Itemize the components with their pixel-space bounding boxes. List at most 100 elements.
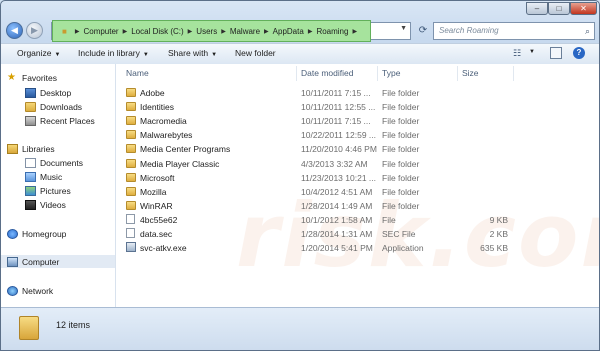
column-divider[interactable]	[457, 66, 458, 81]
file-size: 2 KB	[489, 229, 508, 239]
column-divider[interactable]	[296, 66, 297, 81]
chevron-right-icon[interactable]: ▶	[221, 28, 226, 35]
refresh-button[interactable]: ⟳	[415, 23, 431, 39]
nav-pictures-label: Pictures	[40, 185, 71, 196]
column-type[interactable]: Type	[382, 68, 400, 80]
chevron-down-icon: ▼	[54, 52, 61, 58]
table-row[interactable]: Macromedia 10/11/2011 7:15 ... File folder	[116, 114, 599, 128]
nav-computer[interactable]: Computer	[1, 255, 115, 268]
file-icon	[126, 228, 135, 238]
share-with-button[interactable]: Share with ▼	[168, 48, 217, 58]
nav-computer-label: Computer	[22, 256, 60, 267]
table-row[interactable]: Adobe 10/11/2011 7:15 ... File folder	[116, 86, 599, 100]
new-folder-button[interactable]: New folder	[235, 48, 276, 58]
network-icon	[7, 285, 18, 296]
file-type: File folder	[382, 144, 420, 155]
table-row[interactable]: Mozilla 10/4/2012 4:51 AM File folder	[116, 185, 599, 199]
file-date-modified: 4/3/2013 3:32 AM	[301, 158, 368, 169]
table-row[interactable]: WinRAR 1/28/2014 1:49 AM File folder	[116, 199, 599, 213]
nav-network[interactable]: Network	[7, 284, 121, 297]
column-divider[interactable]	[513, 66, 514, 81]
nav-favorites[interactable]: ★ Favorites	[7, 71, 121, 84]
view-options-icon[interactable]: ☷	[513, 48, 521, 59]
nav-desktop-label: Desktop	[40, 87, 72, 98]
folder-icon	[126, 158, 136, 168]
breadcrumb-appdata[interactable]: AppData	[273, 27, 304, 36]
file-name: svc-atkv.exe	[140, 243, 187, 254]
folder-icon	[126, 88, 136, 97]
file-name: WinRAR	[140, 200, 173, 211]
file-date-modified: 10/11/2011 7:15 ...	[301, 88, 371, 98]
search-icon[interactable]: ⌕	[585, 23, 590, 39]
folder-icon	[126, 172, 136, 182]
include-in-library-button[interactable]: Include in library ▼	[78, 48, 149, 58]
file-date-modified: 11/23/2013 10:21 ...	[301, 172, 376, 183]
folder-icon	[126, 186, 136, 196]
chevron-right-icon[interactable]: ▶	[188, 28, 193, 35]
table-row[interactable]: 4bc55e62 10/1/2012 1:58 AM File 9 KB	[116, 213, 599, 227]
chevron-right-icon[interactable]: ▶	[75, 28, 80, 35]
chevron-right-icon[interactable]: ▶	[123, 28, 128, 35]
nav-favorites-label: Favorites	[22, 72, 57, 83]
column-size[interactable]: Size	[462, 68, 479, 80]
documents-icon	[25, 157, 36, 168]
file-type: SEC File	[382, 229, 416, 239]
table-row[interactable]: Media Center Programs 11/20/2010 4:46 PM F…	[116, 142, 599, 156]
table-row[interactable]: data.sec 1/28/2014 1:31 AM SEC File 2 KB	[116, 227, 599, 241]
folder-icon	[126, 130, 136, 140]
column-name[interactable]: Name	[126, 68, 149, 80]
breadcrumb-roaming[interactable]: Roaming	[316, 27, 348, 36]
nav-libraries[interactable]: Libraries	[7, 142, 121, 155]
file-name: Media Player Classic	[140, 158, 220, 169]
organize-label: Organize	[17, 48, 52, 58]
nav-homegroup[interactable]: Homegroup	[7, 227, 121, 240]
nav-videos-label: Videos	[40, 199, 66, 210]
large-folder-icon	[19, 316, 39, 340]
file-list: risk.com Name Date modified Type Size Ad…	[116, 64, 599, 307]
table-row[interactable]: Identities 10/11/2011 12:55 ... File folde…	[116, 100, 599, 114]
minimize-button[interactable]: –	[526, 2, 548, 15]
address-dropdown-icon[interactable]: ▼	[400, 25, 407, 32]
file-date-modified: 1/28/2014 1:49 AM	[301, 200, 373, 211]
search-input[interactable]: Search Roaming ⌕	[433, 22, 595, 40]
chevron-right-icon[interactable]: ▶	[352, 28, 357, 35]
column-divider[interactable]	[377, 66, 378, 81]
chevron-down-icon[interactable]: ▼	[529, 49, 535, 55]
file-type: File folder	[382, 158, 420, 169]
breadcrumb-local-disk[interactable]: Local Disk (C:)	[131, 27, 183, 36]
file-date-modified: 10/4/2012 4:51 AM	[301, 186, 373, 197]
file-type: File folder	[382, 116, 420, 127]
file-date-modified: 10/11/2011 7:15 ...	[301, 116, 371, 127]
close-button[interactable]: ✕	[570, 2, 597, 15]
nav-documents-label: Documents	[40, 157, 83, 168]
help-icon[interactable]: ?	[573, 47, 585, 59]
application-icon	[126, 242, 136, 253]
file-date-modified: 10/1/2012 1:58 AM	[301, 214, 373, 225]
address-bar[interactable]: ■ ▶ Computer ▶ Local Disk (C:) ▶ Users ▶…	[51, 20, 411, 42]
table-row[interactable]: Malwarebytes 10/22/2011 12:59 ... File fol…	[116, 128, 599, 142]
chevron-right-icon[interactable]: ▶	[308, 28, 313, 35]
file-type: File	[382, 214, 396, 225]
folder-icon	[126, 200, 136, 210]
organize-button[interactable]: Organize ▼	[17, 48, 60, 58]
file-date-modified: 10/22/2011 12:59 ...	[301, 130, 376, 141]
breadcrumb-users[interactable]: Users	[196, 27, 217, 36]
forward-button[interactable]: ▶	[26, 22, 43, 39]
nav-music-label: Music	[40, 171, 63, 182]
file-name: 4bc55e62	[140, 214, 178, 225]
column-date-modified[interactable]: Date modified	[301, 68, 353, 80]
explorer-window: – □ ✕ ◀ ▶ ■ ▶ Computer ▶ Local Disk (C:)…	[0, 0, 600, 351]
share-label: Share with	[168, 48, 209, 58]
table-row[interactable]: svc-atkv.exe 1/20/2014 5:41 PM Application…	[116, 241, 599, 255]
back-button[interactable]: ◀	[6, 22, 23, 39]
table-row[interactable]: Media Player Classic 4/3/2013 3:32 AM File…	[116, 157, 599, 171]
status-bar: 12 items	[1, 307, 599, 350]
breadcrumb-malware[interactable]: Malware	[230, 27, 260, 36]
file-size: 9 KB	[489, 214, 508, 225]
preview-pane-icon[interactable]	[550, 47, 562, 59]
file-type: File folder	[382, 102, 420, 113]
breadcrumb-computer[interactable]: Computer	[83, 27, 118, 36]
maximize-button[interactable]: □	[548, 2, 570, 15]
table-row[interactable]: Microsoft 11/23/2013 10:21 ... File folder	[116, 171, 599, 185]
chevron-right-icon[interactable]: ▶	[264, 28, 269, 35]
